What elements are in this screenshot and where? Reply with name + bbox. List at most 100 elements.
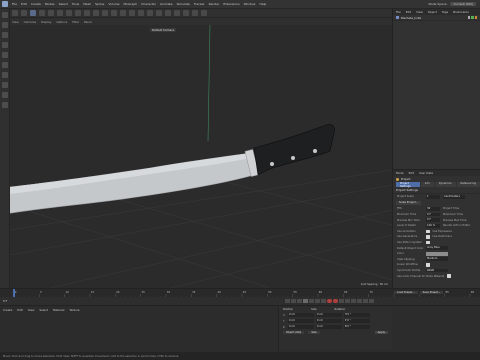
bend-icon[interactable] <box>174 10 180 16</box>
attr-menu-user-data[interactable]: User Data <box>419 171 433 175</box>
mat-menu-view[interactable]: View <box>28 308 35 312</box>
light-icon[interactable] <box>201 10 207 16</box>
camera-icon[interactable] <box>192 10 198 16</box>
polygons-mode-icon[interactable] <box>1 62 8 68</box>
menu-tools[interactable]: Tools <box>72 2 79 6</box>
viewport-menu-cameras[interactable]: Cameras <box>24 20 36 24</box>
menu-spline[interactable]: Spline <box>95 2 104 6</box>
tab-info[interactable]: Info <box>420 182 434 187</box>
enabled-check-icon[interactable] <box>471 16 474 19</box>
keyframe-selection-icon[interactable] <box>339 298 344 304</box>
menu-animate[interactable]: Animate <box>160 2 173 6</box>
solo-icon[interactable] <box>1 102 8 108</box>
render-settings-icon[interactable] <box>120 10 126 16</box>
workplane-icon[interactable] <box>1 92 8 98</box>
play-icon[interactable] <box>303 298 308 304</box>
menu-tracker[interactable]: Tracker <box>194 2 205 6</box>
attr-menu-edit[interactable]: Edit <box>409 171 414 175</box>
next-frame-icon[interactable] <box>309 298 314 304</box>
position-x-input[interactable]: 0 cm <box>288 313 314 317</box>
menu-window[interactable]: Window <box>244 2 256 6</box>
rotate-icon[interactable] <box>57 10 63 16</box>
live-selection-icon[interactable] <box>30 10 36 16</box>
linear-workflow-checkbox[interactable] <box>426 263 430 267</box>
apply-button[interactable]: Apply <box>374 331 388 334</box>
model-mode-icon[interactable] <box>1 22 8 28</box>
coord-size-mode-select[interactable]: Size <box>308 331 320 334</box>
move-icon[interactable] <box>39 10 45 16</box>
scale-key-icon[interactable] <box>351 298 356 304</box>
position-key-icon[interactable] <box>345 298 350 304</box>
3d-viewport[interactable]: Default Camera Grid Spacing : 50 cm <box>10 25 392 288</box>
size-z-input[interactable]: 0 cm <box>316 325 342 329</box>
viewport-menu-panel[interactable]: Panel <box>84 20 92 24</box>
om-menu-tags[interactable]: Tags <box>442 10 448 14</box>
rotation-h-input[interactable]: H 0 ° <box>344 313 370 317</box>
menu-edit[interactable]: Edit <box>21 2 27 6</box>
scale-project-button[interactable]: Scale Project... <box>396 200 422 206</box>
array-icon[interactable] <box>156 10 162 16</box>
visibility-dot-icon[interactable] <box>467 16 470 19</box>
redo-icon[interactable] <box>21 10 27 16</box>
om-menu-edit[interactable]: Edit <box>406 10 411 14</box>
menu-mesh[interactable]: Mesh <box>83 2 91 6</box>
mat-menu-edit[interactable]: Edit <box>17 308 22 312</box>
preview-min-input[interactable]: 0 F <box>426 218 440 222</box>
object-row[interactable]: Machete_knife <box>393 15 480 21</box>
menu-create[interactable]: Create <box>31 2 41 6</box>
mat-menu-material[interactable]: Material <box>53 308 64 312</box>
pla-key-icon[interactable] <box>369 298 374 304</box>
tab-dynamics[interactable]: Dynamics <box>434 182 456 187</box>
om-menu-file[interactable]: File <box>396 10 401 14</box>
project-scale-input[interactable]: 1 <box>426 194 440 199</box>
mat-menu-create[interactable]: Create <box>3 308 12 312</box>
viewport-menu-view[interactable]: View <box>12 20 19 24</box>
go-to-start-icon[interactable] <box>285 298 290 304</box>
position-z-input[interactable]: 0 cm <box>288 325 314 329</box>
size-y-input[interactable]: 0 cm <box>316 319 342 323</box>
menu-mograph[interactable]: MoGraph <box>124 2 138 6</box>
edges-mode-icon[interactable] <box>1 52 8 58</box>
menu-modes[interactable]: Modes <box>45 2 55 6</box>
z-axis-icon[interactable] <box>84 10 90 16</box>
position-y-input[interactable]: 0 cm <box>288 319 314 323</box>
coordinate-system-icon[interactable] <box>93 10 99 16</box>
go-to-end-icon[interactable] <box>321 298 326 304</box>
object-name[interactable]: Machete_knife <box>401 16 421 20</box>
y-axis-icon[interactable] <box>75 10 81 16</box>
render-picture-viewer-icon[interactable] <box>111 10 117 16</box>
view-clipping-select[interactable]: Medium <box>426 257 448 262</box>
rotation-key-icon[interactable] <box>357 298 362 304</box>
menu-simulate[interactable]: Simulate <box>177 2 190 6</box>
floor-icon[interactable] <box>183 10 189 16</box>
camera-label[interactable]: Default Camera <box>150 28 177 32</box>
render-view-icon[interactable] <box>102 10 108 16</box>
menu-select[interactable]: Select <box>59 2 68 6</box>
input-color-profile-select[interactable]: sRGB <box>426 268 448 273</box>
record-icon[interactable] <box>327 298 332 304</box>
scale-icon[interactable] <box>48 10 54 16</box>
use-generators-checkbox[interactable] <box>426 235 430 239</box>
autokey-icon[interactable] <box>333 298 338 304</box>
current-frame-field[interactable]: 0 F <box>3 299 17 303</box>
viewport-menu-filter[interactable]: Filter <box>72 20 79 24</box>
om-menu-view[interactable]: View <box>416 10 423 14</box>
rotation-b-input[interactable]: B 0 ° <box>344 325 370 329</box>
use-animation-checkbox[interactable] <box>426 229 430 234</box>
previous-key-icon[interactable] <box>291 298 296 304</box>
fps-input[interactable]: 30 <box>426 206 440 211</box>
rotation-p-input[interactable]: P 0 ° <box>344 319 370 323</box>
default-object-color-select[interactable]: Gray Blue <box>426 246 448 250</box>
parameter-key-icon[interactable] <box>363 298 368 304</box>
menu-help[interactable]: Help <box>259 2 266 6</box>
boole-icon[interactable] <box>165 10 171 16</box>
menu-volume[interactable]: Volume <box>108 2 119 6</box>
viewport-menu-options[interactable]: Options <box>56 20 67 24</box>
project-scale-unit-select[interactable]: Centimeters <box>443 194 465 199</box>
make-editable-icon[interactable] <box>1 12 8 18</box>
snap-icon[interactable] <box>1 82 8 88</box>
lod-input[interactable]: 100 % <box>426 223 440 228</box>
cube-icon[interactable] <box>129 10 135 16</box>
mat-menu-texture[interactable]: Texture <box>69 308 79 312</box>
coord-mode-select[interactable]: Object (Rel) <box>283 331 305 334</box>
